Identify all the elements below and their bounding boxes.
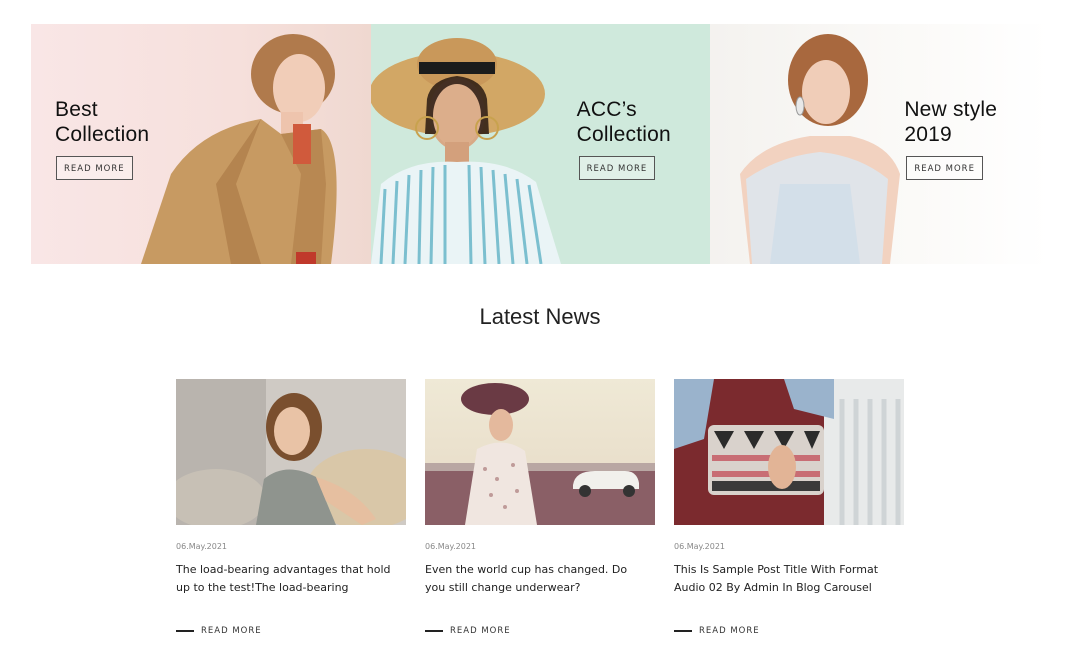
news-date: 06.May.2021 — [176, 542, 228, 551]
latest-news-title: Latest News — [479, 304, 601, 329]
banner-title: ACC’s Collection — [577, 97, 671, 147]
banner-best-collection[interactable]: Best Collection READ MORE — [31, 24, 371, 264]
banner-title-line2: Collection — [576, 123, 671, 146]
banner-title: Best Collection — [55, 97, 149, 147]
news-image[interactable] — [674, 379, 904, 525]
news-read-more-label: READ MORE — [450, 626, 511, 636]
banner-title: New style 2019 — [904, 97, 997, 147]
promo-banners: Best Collection READ MORE ACC’s Collecti… — [31, 24, 1050, 264]
news-image[interactable] — [425, 379, 655, 525]
banner-new-style-2019[interactable]: New style 2019 READ MORE — [710, 24, 1050, 264]
read-more-button[interactable]: READ MORE — [578, 156, 656, 180]
news-title-link[interactable]: Even the world cup has changed. Do you s… — [425, 561, 650, 599]
news-read-more-label: READ MORE — [699, 626, 760, 636]
news-title-link[interactable]: The load-bearing advantages that hold up… — [176, 561, 401, 599]
banner-acc-collection[interactable]: ACC’s Collection READ MORE — [370, 24, 711, 264]
banner-title-line2: Collection — [55, 123, 150, 146]
news-card: 06.May.2021 Even the world cup has chang… — [425, 379, 655, 636]
banner-title-line1: Best — [55, 98, 98, 121]
news-read-more-link[interactable]: READ MORE — [425, 626, 511, 636]
read-more-button[interactable]: READ MORE — [906, 156, 983, 180]
news-image[interactable] — [176, 379, 406, 525]
dash-icon — [425, 630, 443, 632]
read-more-button[interactable]: READ MORE — [56, 156, 133, 180]
news-card: 06.May.2021 This Is Sample Post Title Wi… — [674, 379, 904, 636]
dash-icon — [176, 630, 194, 632]
news-date: 06.May.2021 — [425, 542, 477, 551]
dash-icon — [674, 630, 692, 632]
clutch-bag-image — [674, 379, 904, 525]
woman-smiling-outdoors-image — [176, 379, 406, 525]
banner-title-line1: ACC’s — [576, 98, 637, 121]
banner-title-line2: 2019 — [904, 123, 952, 146]
news-read-more-label: READ MORE — [201, 626, 262, 636]
banner-title-line1: New style — [904, 98, 998, 121]
model-sheer-top-image — [740, 34, 901, 264]
news-read-more-link[interactable]: READ MORE — [674, 626, 760, 636]
woman-hat-vintage-car-image — [425, 379, 655, 525]
news-card: 06.May.2021 The load-bearing advantages … — [176, 379, 406, 636]
news-read-more-link[interactable]: READ MORE — [176, 626, 262, 636]
news-date: 06.May.2021 — [674, 542, 726, 551]
news-title-link[interactable]: This Is Sample Post Title With Format Au… — [674, 561, 899, 599]
